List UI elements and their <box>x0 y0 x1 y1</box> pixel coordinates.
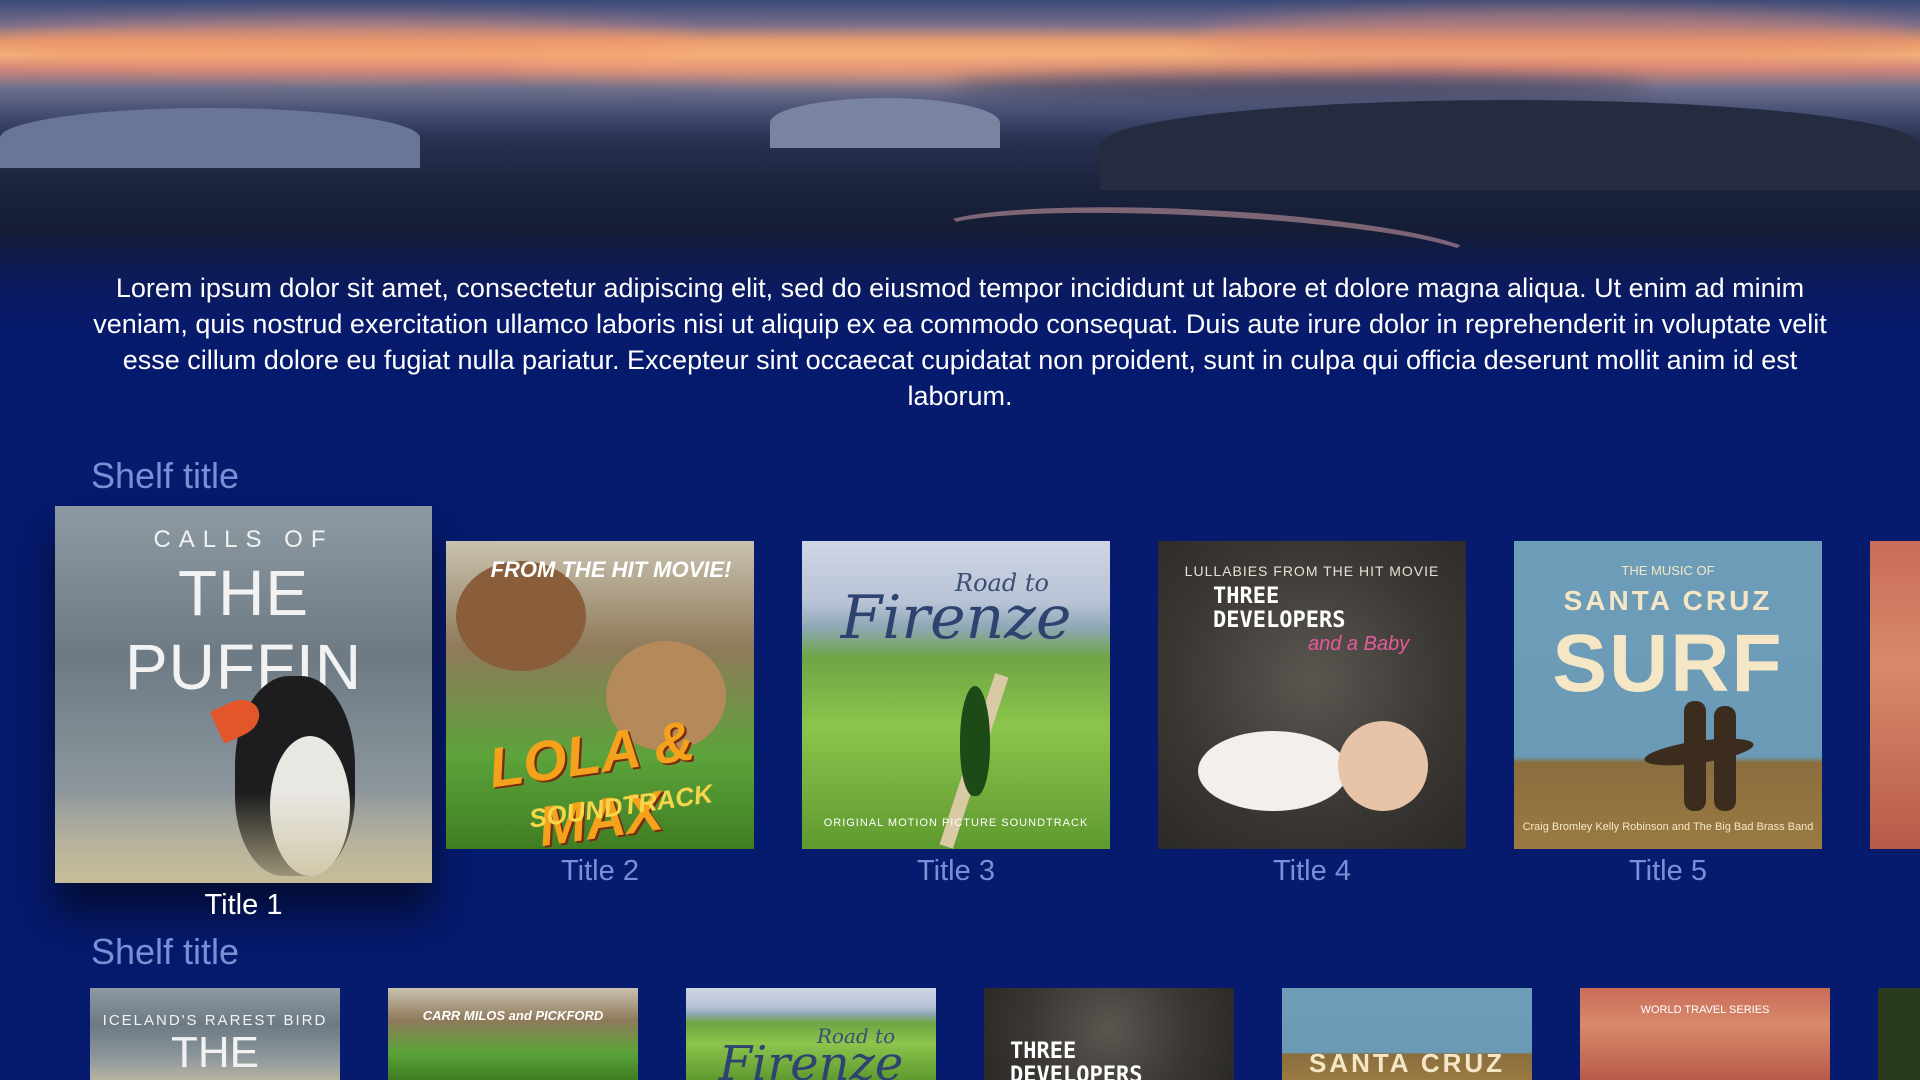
shelf-item[interactable]: THREE DEVELOPERS <box>984 988 1234 1080</box>
shelf-item-title-3[interactable]: Road to Firenze ORIGINAL MOTION PICTURE … <box>802 541 1110 849</box>
tile-caption: Title 2 <box>561 855 639 887</box>
cover-title: LOLA & MAX <box>484 708 699 849</box>
cover-title: THREE DEVELOPERS <box>1010 1039 1143 1080</box>
cover-subtitle: CARR MILOS and PICKFORD <box>422 1008 604 1023</box>
shelf-title: Shelf title <box>91 931 240 972</box>
cover-title: Firenze <box>840 583 1072 653</box>
shelf-item[interactable]: Road to Firenze <box>686 988 936 1080</box>
cover-subtitle: FROM THE HIT MOVIE! <box>490 557 732 582</box>
cover-title: THE PUFFIN <box>124 557 363 703</box>
cover-subtitle: CALLS OF <box>153 526 334 553</box>
cover-title: Firenze <box>718 1036 904 1080</box>
cover-title: THREE DEVELOPERS <box>1213 584 1346 633</box>
cover-title: SANTA CRUZ <box>1308 1048 1506 1078</box>
cover-subtitle: THE MUSIC OF <box>1621 563 1715 578</box>
cover-title: THE PUFFIN <box>136 1028 295 1080</box>
shelf-item[interactable]: SANTA CRUZ <box>1282 988 1532 1080</box>
tree-image <box>960 686 990 796</box>
shelf-item-title-5[interactable]: THE MUSIC OF SANTA CRUZ SURF Craig Broml… <box>1514 541 1822 849</box>
cover-subtitle: LULLABIES FROM THE HIT MOVIE <box>1184 563 1440 579</box>
cover-subtitle-2: and a Baby <box>1308 633 1410 655</box>
shelf-item[interactable]: ICELAND'S RAREST BIRD THE PUFFIN <box>90 988 340 1080</box>
cover-subtitle: ICELAND'S RAREST BIRD <box>102 1012 328 1029</box>
shelf-item[interactable]: WORLD TRAVEL SERIES <box>1580 988 1830 1080</box>
shelf-item-title-1[interactable]: CALLS OF THE PUFFIN <box>55 506 432 883</box>
shelf-item-title-4[interactable]: LULLABIES FROM THE HIT MOVIE THREE DEVEL… <box>1158 541 1466 849</box>
shelf-item-partial[interactable] <box>1870 541 1920 849</box>
tile-caption: Title 5 <box>1629 855 1707 887</box>
shelf-title: Shelf title <box>91 455 240 496</box>
tile-caption: Title 1 <box>204 889 283 921</box>
baby-image <box>1198 731 1348 811</box>
cover-credits: Craig Bromley Kelly Robinson and The Big… <box>1522 821 1814 833</box>
tile-caption: Title 3 <box>917 855 995 887</box>
cover-title: SANTA CRUZ <box>1563 585 1773 616</box>
shelf-item-title-2[interactable]: FROM THE HIT MOVIE! LOLA & MAX SOUNDTRAC… <box>446 541 754 849</box>
cover-big-title: SURF <box>1552 618 1784 709</box>
tile-caption: Title 4 <box>1273 855 1351 887</box>
shelf-item[interactable]: CARR MILOS and PICKFORD <box>388 988 638 1080</box>
cover-credits: ORIGINAL MOTION PICTURE SOUNDTRACK <box>823 817 1089 829</box>
shelf-item-partial[interactable] <box>1878 988 1920 1080</box>
cover-subtitle: WORLD TRAVEL SERIES <box>1640 1004 1770 1016</box>
description-text: Lorem ipsum dolor sit amet, consectetur … <box>93 273 1827 411</box>
